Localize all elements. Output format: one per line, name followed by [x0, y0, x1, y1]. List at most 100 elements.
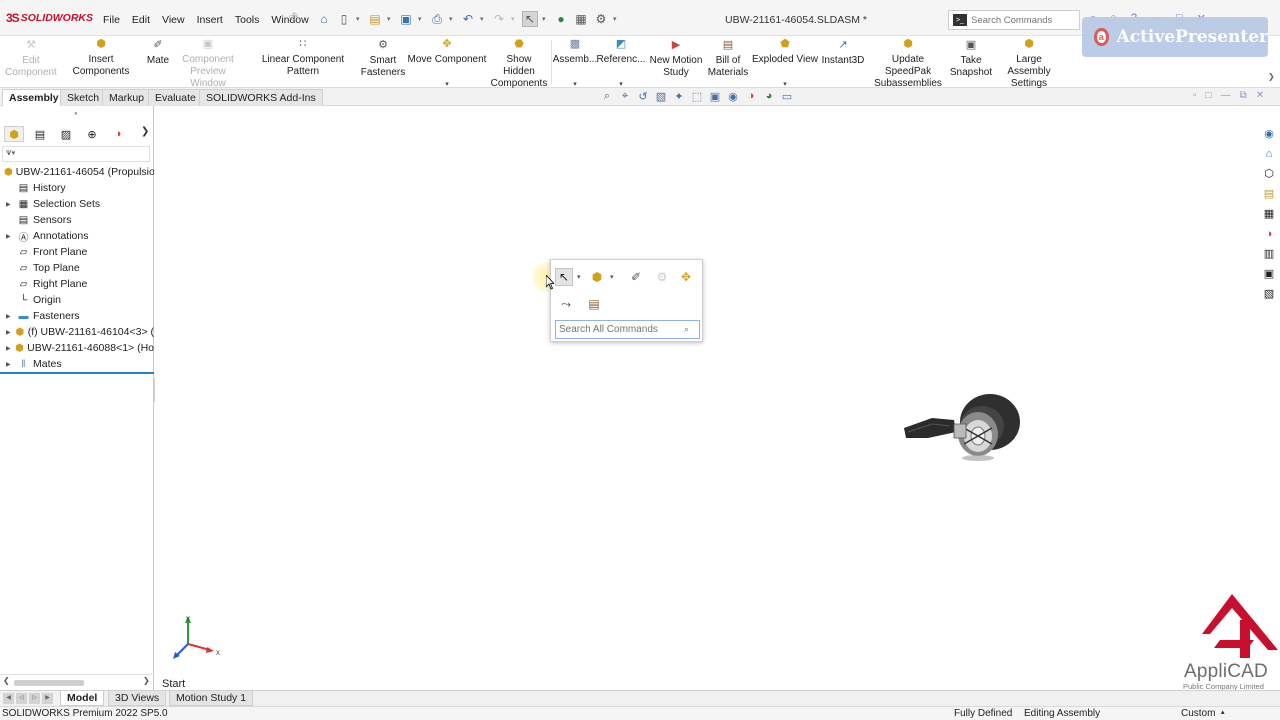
tab-evaluate[interactable]: Evaluate	[148, 89, 203, 106]
new-dropdown-icon[interactable]: ▾	[356, 15, 363, 23]
pin-icon[interactable]: 📌︎	[286, 13, 299, 24]
insert-dropdown-icon[interactable]: ▾	[610, 273, 617, 281]
update-speedpak-button[interactable]: ⬢ Update SpeedPak Subassemblies	[868, 36, 948, 89]
search-commands-input[interactable]	[971, 14, 1071, 26]
large-assembly-settings-button[interactable]: ⬢ Large Assembly Settings	[994, 36, 1064, 89]
search-all-commands-input[interactable]	[556, 324, 684, 335]
tab-sketch[interactable]: Sketch	[60, 89, 107, 106]
tree-item-selection-sets[interactable]: ▶ ▦ Selection Sets	[0, 196, 154, 212]
mate-button[interactable]: ✐ Mate	[145, 36, 171, 88]
rebuild-icon[interactable]: ●	[553, 11, 569, 27]
unit-dropdown-icon[interactable]: ▴	[1221, 708, 1225, 716]
select-tool-icon[interactable]: ↖	[555, 268, 573, 286]
undo-dropdown-icon[interactable]: ▾	[480, 15, 487, 23]
viewport-restore-icon[interactable]: ⧉	[1240, 90, 1247, 101]
options-icon[interactable]: ⚙	[593, 11, 609, 27]
propertymanager-tab-icon[interactable]: ▤	[30, 126, 50, 142]
tree-item-top-plane[interactable]: ▱ Top Plane	[0, 260, 154, 276]
expand-arrow-icon[interactable]: ▶	[6, 345, 12, 352]
hide-show-items-icon[interactable]: ◉	[726, 90, 740, 103]
menu-insert[interactable]: Insert	[191, 14, 229, 26]
insert-components-icon[interactable]: ⬢	[588, 268, 606, 286]
move-component-button[interactable]: ✥ Move Component ▾	[406, 36, 488, 88]
open-dropdown-icon[interactable]: ▾	[387, 15, 394, 23]
tree-item-mates[interactable]: ▶ ‖ Mates	[0, 356, 154, 372]
options-dropdown-icon[interactable]: ▾	[613, 15, 620, 23]
appearances-scenes-icon[interactable]: ◑	[1261, 226, 1277, 241]
tabs-more-icon[interactable]: ❯	[141, 126, 149, 137]
zoom-to-fit-icon[interactable]: ⌕	[600, 90, 614, 103]
select-dropdown-icon[interactable]: ▾	[542, 15, 549, 23]
view-settings-icon[interactable]: ▭	[780, 90, 794, 103]
tree-item-origin[interactable]: └ Origin	[0, 292, 154, 308]
tree-item-fasteners[interactable]: ▶ ▬ Fasteners	[0, 308, 154, 324]
solidworks-resources-icon[interactable]: ◉	[1261, 126, 1277, 141]
horizontal-scrollbar[interactable]: ❮ ❯	[0, 674, 154, 690]
view-palette-icon[interactable]: ▦	[1261, 206, 1277, 221]
bill-of-materials-icon[interactable]: ▤	[585, 295, 603, 313]
new-document-icon[interactable]: ▯	[336, 11, 352, 27]
unit-system[interactable]: Custom	[1181, 708, 1215, 719]
redo-dropdown-icon[interactable]: ▾	[511, 15, 518, 23]
new-motion-study-button[interactable]: ▶ New Motion Study	[646, 36, 706, 88]
tab-model[interactable]: Model	[60, 691, 105, 706]
viewport-minimize-icon[interactable]: —	[1221, 90, 1231, 101]
tree-filter[interactable]: ⩛▾	[2, 146, 150, 162]
tree-item-subassembly-46104[interactable]: ▶ ⬢ (f) UBW-21161-46104<3> (	[0, 324, 154, 340]
tree-item-right-plane[interactable]: ▱ Right Plane	[0, 276, 154, 292]
menu-tools[interactable]: Tools	[229, 14, 266, 26]
home-icon[interactable]: ⌂	[316, 11, 332, 27]
configurationmanager-tab-icon[interactable]: ▨	[56, 126, 76, 142]
graphics-area[interactable]	[155, 106, 1255, 690]
previous-view-icon[interactable]: ↺	[636, 90, 650, 103]
tree-item-annotations[interactable]: ▶ Ⓐ Annotations	[0, 228, 154, 244]
tree-item-history[interactable]: ▤ History	[0, 180, 154, 196]
tab-assembly[interactable]: Assembly	[2, 89, 66, 106]
tree-item-subassembly-46088[interactable]: ▶ ⬢ UBW-21161-46088<1> (Ho	[0, 340, 154, 356]
instant3d-button[interactable]: ↗ Instant3D	[820, 36, 866, 88]
rollback-bar[interactable]	[0, 372, 154, 374]
tree-root-assembly[interactable]: ⬢ UBW-21161-46054 (Propulsion	[0, 164, 154, 180]
tab-motion-study-1[interactable]: Motion Study 1	[169, 691, 254, 706]
featuremanager-tab-icon[interactable]: ⬢	[4, 126, 24, 142]
scroll-left-icon[interactable]: ❮	[3, 676, 10, 685]
scene-icon[interactable]: ◕	[762, 90, 776, 103]
scrollbar-thumb[interactable]	[14, 680, 84, 686]
design-library-icon[interactable]: ⬡	[1261, 166, 1277, 181]
custom-properties-icon[interactable]: ▥	[1261, 246, 1277, 261]
smart-fasteners-button[interactable]: ⚙ Smart Fasteners	[361, 36, 405, 88]
file-properties-icon[interactable]: ▦	[573, 11, 589, 27]
next-tab-icon[interactable]: ▷	[29, 693, 40, 704]
expand-arrow-icon[interactable]: ▶	[6, 329, 12, 336]
prev-tab-icon[interactable]: ◁	[16, 693, 27, 704]
save-dropdown-icon[interactable]: ▾	[418, 15, 425, 23]
edit-component-button[interactable]: ⚒ Edit Component	[4, 36, 58, 88]
pdm-icon[interactable]: ▧	[1261, 286, 1277, 301]
appearance-icon[interactable]: ◑	[744, 90, 758, 103]
search-all-commands-box[interactable]: ⌕	[555, 320, 700, 339]
redo-icon[interactable]: ↷	[491, 11, 507, 27]
expand-arrow-icon[interactable]: ▶	[6, 201, 14, 208]
reference-axis-icon[interactable]: ⤳	[557, 295, 575, 313]
dynamic-annotation-icon[interactable]: ✦	[672, 90, 686, 103]
solidworks-forum-icon[interactable]: ▣	[1261, 266, 1277, 281]
tab-3d-views[interactable]: 3D Views	[108, 691, 167, 706]
solidworks-logo[interactable]: 3S SOLIDWORKS	[6, 11, 93, 25]
first-tab-icon[interactable]: ◀	[3, 693, 14, 704]
menu-view[interactable]: View	[156, 14, 191, 26]
viewport-close-icon[interactable]: ✕	[1256, 90, 1264, 101]
move-component-icon[interactable]: ✥	[677, 268, 695, 286]
reference-geometry-button[interactable]: ◩ Referenc... ▾	[597, 36, 646, 88]
view-orientation-icon[interactable]: ⬚	[690, 90, 704, 103]
save-icon[interactable]: ▣	[398, 11, 414, 27]
tab-solidworks-add-ins[interactable]: SOLIDWORKS Add-Ins	[199, 89, 323, 106]
propulsion-assembly-model[interactable]	[898, 386, 1026, 468]
dimxpert-tab-icon[interactable]: ⊕	[82, 126, 102, 142]
undo-icon[interactable]: ↶	[460, 11, 476, 27]
last-tab-icon[interactable]: ▶	[42, 693, 53, 704]
tree-item-front-plane[interactable]: ▱ Front Plane	[0, 244, 154, 260]
zoom-to-area-icon[interactable]: ⌖	[618, 90, 632, 103]
tab-markup[interactable]: Markup	[102, 89, 152, 106]
file-explorer-icon[interactable]: ▤	[1261, 186, 1277, 201]
display-style-icon[interactable]: ▣	[708, 90, 722, 103]
